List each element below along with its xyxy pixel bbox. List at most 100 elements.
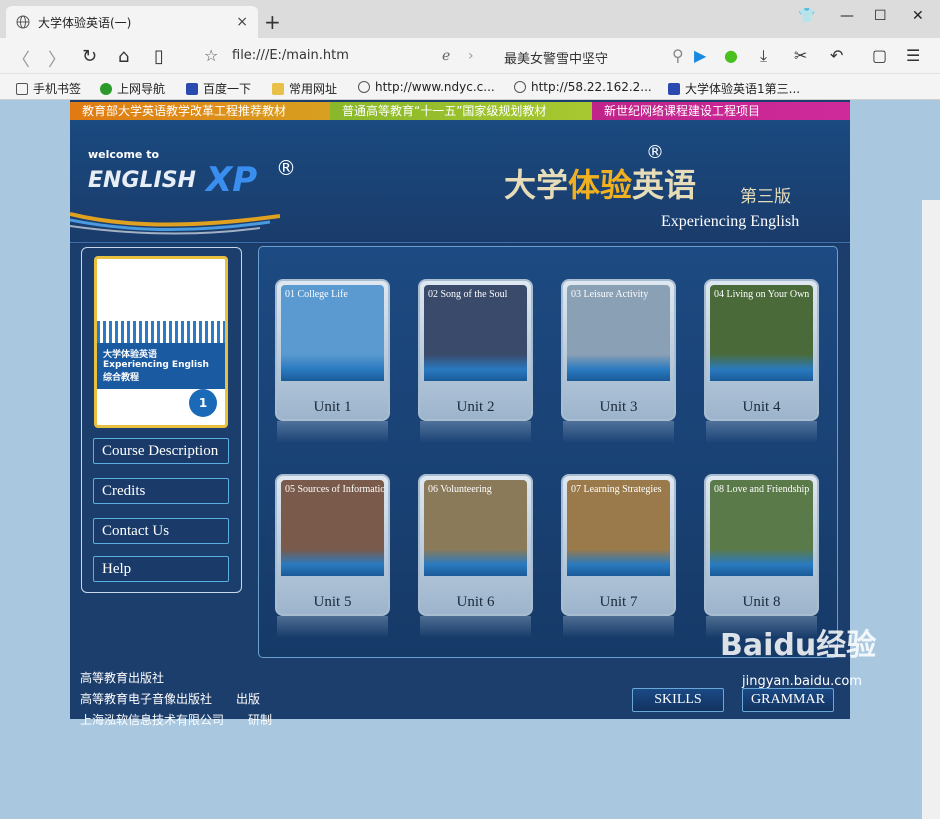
contact-us-button[interactable]: Contact Us — [93, 518, 229, 544]
unit-photo: 08 Love and Friendship — [710, 480, 813, 576]
baidu-watermark: Baidu经验 — [720, 628, 877, 663]
unit-label: Unit 5 — [313, 594, 352, 610]
unit-photo-title: 02 Song of the Soul — [428, 289, 508, 300]
search-icon[interactable]: ⚲ — [672, 46, 684, 65]
cover-number-badge: 1 — [189, 389, 217, 417]
tab-close-icon[interactable]: × — [236, 14, 248, 30]
unit-reflection — [563, 421, 674, 443]
cover-band: 大学体验英语 Experiencing English 综合教程 — [97, 343, 225, 389]
scissors-icon[interactable]: ✂ — [794, 46, 807, 65]
unit-photo-title: 01 College Life — [285, 289, 348, 300]
browser-chrome: 大学体验英语(一) × + 👕 — ☐ ✕ 〈 〉 ↻ ⌂ ▯ ☆ file:/… — [0, 0, 940, 100]
bookmark-item[interactable]: http://www.ndyc.c... — [358, 80, 495, 94]
skills-button[interactable]: SKILLS — [632, 688, 724, 712]
help-button[interactable]: Help — [93, 556, 229, 582]
english-logo-text: ENGLISH — [88, 168, 196, 193]
chat-icon[interactable]: ● — [724, 46, 738, 65]
bookmark-item[interactable]: 常用网址 — [272, 80, 337, 97]
unit-card[interactable]: 02 Song of the Soul Unit 2 — [418, 279, 533, 443]
bag-icon[interactable]: ▢ — [872, 46, 887, 65]
bookmark-item[interactable]: 上网导航 — [100, 80, 165, 97]
course-description-button[interactable]: Course Description — [93, 438, 229, 464]
url-field[interactable]: file:///E:/main.htm — [232, 48, 349, 63]
unit-photo-title: 08 Love and Friendship — [714, 484, 810, 495]
unit-photo: 02 Song of the Soul — [424, 285, 527, 381]
scrollbar[interactable] — [922, 200, 940, 819]
unit-card[interactable]: 07 Learning Strategies Unit 7 — [561, 474, 676, 638]
unit-photo-title: 06 Volunteering — [428, 484, 492, 495]
unit-card[interactable]: 05 Sources of Information Unit 5 — [275, 474, 390, 638]
unit-photo: 01 College Life — [281, 285, 384, 381]
close-window-icon[interactable]: ✕ — [912, 8, 924, 24]
search-field[interactable]: 最美女警雪中坚守 — [504, 48, 608, 67]
unit-card[interactable]: 06 Volunteering Unit 6 — [418, 474, 533, 638]
unit-photo-title: 03 Leisure Activity — [571, 289, 649, 300]
experiencing-english-text: Experiencing English — [661, 213, 800, 230]
unit-card[interactable]: 08 Love and Friendship Unit 8 — [704, 474, 819, 638]
home-icon[interactable]: ⌂ — [118, 46, 129, 67]
cover-bars — [97, 321, 225, 345]
develop-label: 研制 — [248, 713, 273, 727]
forward-icon[interactable]: 〉 — [48, 46, 66, 72]
xp-logo-text: XP — [206, 160, 258, 200]
unit-label: Unit 3 — [599, 399, 638, 415]
bookmark-item[interactable]: http://58.22.162.2... — [514, 80, 652, 94]
unit-reflection — [277, 616, 388, 638]
registered-mark: ® — [276, 156, 296, 180]
strip-3: 新世纪网络课程建设工程项目 — [592, 102, 850, 120]
reload-icon[interactable]: ↻ — [82, 46, 97, 67]
left-panel: 大学体验英语 Experiencing English 综合教程 1 Cours… — [81, 247, 242, 593]
publisher-footer: 高等教育出版社 高等教育电子音像出版社 出版 上海泓软信息技术有限公司 研制 — [80, 668, 272, 731]
tab-active[interactable]: 大学体验英语(一) × — [6, 6, 258, 38]
credits-button[interactable]: Credits — [93, 478, 229, 504]
bookmark-item[interactable]: 手机书签 — [16, 80, 81, 97]
chinese-title: 大学体验英语 — [504, 166, 697, 204]
address-bar: 〈 〉 ↻ ⌂ ▯ ☆ file:///E:/main.htm ℯ › 最美女警… — [0, 38, 940, 74]
unit-photo: 03 Leisure Activity — [567, 285, 670, 381]
shirt-icon[interactable]: 👕 — [798, 8, 815, 24]
unit-label: Unit 1 — [313, 399, 352, 415]
edition-text: 第三版 — [740, 187, 791, 207]
tab-title: 大学体验英语(一) — [38, 15, 132, 30]
unit-reflection — [277, 421, 388, 443]
star-icon[interactable]: ☆ — [204, 46, 218, 65]
unit-photo: 04 Living on Your Own — [710, 285, 813, 381]
reader-icon[interactable]: ▯ — [154, 46, 164, 67]
unit-card[interactable]: 04 Living on Your Own Unit 4 — [704, 279, 819, 443]
unit-card[interactable]: 01 College Life Unit 1 — [275, 279, 390, 443]
unit-photo-title: 07 Learning Strategies — [571, 484, 662, 495]
unit-label: Unit 8 — [742, 594, 781, 610]
book-cover: 大学体验英语 Experiencing English 综合教程 1 — [94, 256, 228, 428]
unit-reflection — [420, 616, 531, 638]
unit-photo: 06 Volunteering — [424, 480, 527, 576]
unit-photo-title: 04 Living on Your Own — [714, 289, 810, 300]
unit-photo-title: 05 Sources of Information — [285, 484, 384, 495]
strip-2: 普通高等教育“十一五”国家级规划教材 — [330, 102, 592, 120]
download-icon[interactable]: ⤓ — [760, 46, 767, 66]
back-icon[interactable]: 〈 — [12, 46, 30, 72]
grammar-button[interactable]: GRAMMAR — [742, 688, 834, 712]
publisher-line-1: 高等教育出版社 — [80, 671, 165, 685]
bookmark-item[interactable]: 大学体验英语1第三... — [668, 80, 800, 97]
menu-icon[interactable]: ☰ — [906, 46, 920, 65]
tab-bar: 大学体验英语(一) × + 👕 — ☐ ✕ — [0, 0, 940, 38]
unit-label: Unit 4 — [742, 399, 781, 415]
unit-card[interactable]: 03 Leisure Activity Unit 3 — [561, 279, 676, 443]
unit-label: Unit 2 — [456, 399, 495, 415]
undo-icon[interactable]: ↶ — [830, 46, 843, 65]
unit-photo: 07 Learning Strategies — [567, 480, 670, 576]
compat-icon[interactable]: ℯ — [442, 48, 450, 64]
bookmarks-bar: 手机书签 上网导航 百度一下 常用网址 http://www.ndyc.c...… — [0, 75, 940, 100]
unit-label: Unit 6 — [456, 594, 495, 610]
strip-1: 教育部大学英语教学改革工程推荐教材 — [70, 102, 330, 120]
minimize-icon[interactable]: — — [840, 8, 854, 24]
bookmark-item[interactable]: 百度一下 — [186, 80, 251, 97]
chevron-right-icon[interactable]: › — [468, 48, 474, 64]
welcome-text: welcome to — [88, 148, 160, 161]
maximize-icon[interactable]: ☐ — [874, 8, 887, 24]
play-icon[interactable]: ▶ — [694, 46, 706, 65]
publisher-line-2: 高等教育电子音像出版社 — [80, 692, 213, 706]
new-tab-button[interactable]: + — [264, 10, 281, 34]
unit-reflection — [563, 616, 674, 638]
top-strip: 教育部大学英语教学改革工程推荐教材 普通高等教育“十一五”国家级规划教材 新世纪… — [70, 102, 850, 120]
